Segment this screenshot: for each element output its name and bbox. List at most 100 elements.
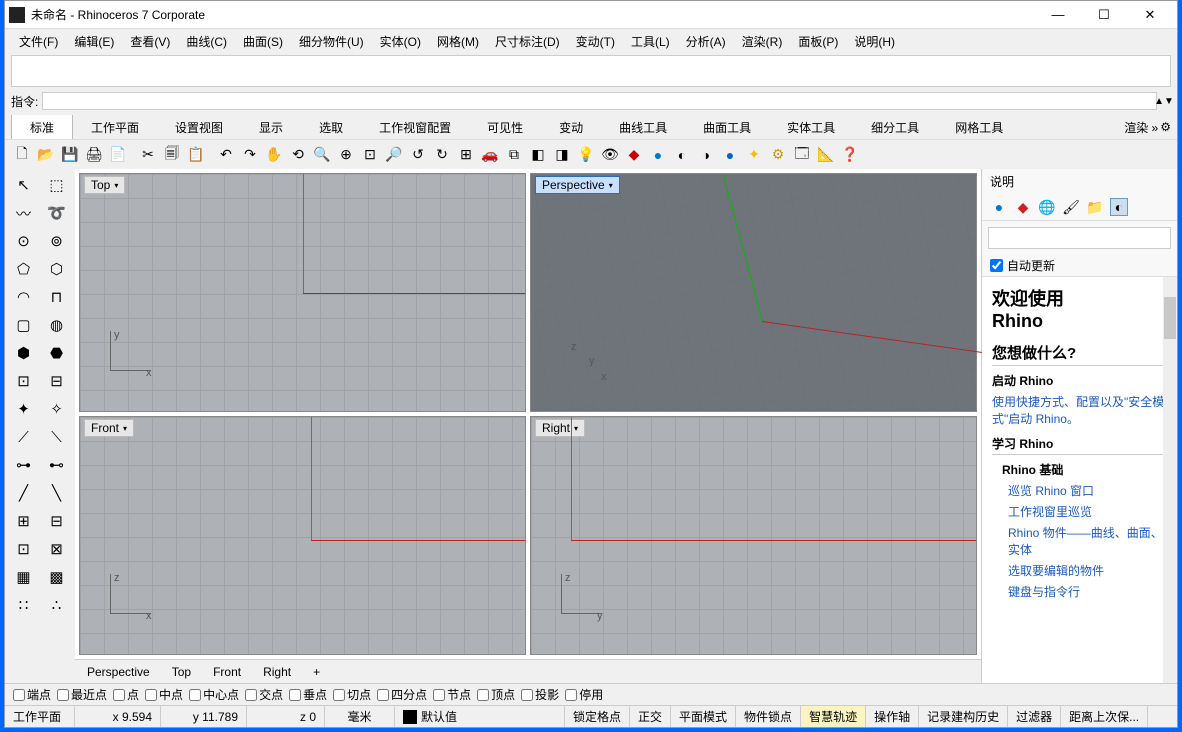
viewport-right[interactable]: Right▾ z y bbox=[530, 416, 977, 655]
minimize-button[interactable]: — bbox=[1035, 1, 1081, 29]
menu-item[interactable]: 说明(H) bbox=[846, 31, 903, 52]
command-history[interactable] bbox=[11, 55, 1171, 87]
menu-item[interactable]: 面板(P) bbox=[790, 31, 846, 52]
viewport-top[interactable]: Top▾ y x bbox=[79, 173, 526, 412]
tool-button[interactable]: 〰 bbox=[7, 199, 40, 227]
toolbar-tab[interactable]: 显示 bbox=[241, 115, 301, 139]
import-icon[interactable]: 📄 bbox=[107, 144, 129, 166]
tool-button[interactable]: ↖ bbox=[7, 171, 40, 199]
folder-icon[interactable]: 📁 bbox=[1086, 198, 1104, 216]
redo-view-icon[interactable]: ↻ bbox=[431, 144, 453, 166]
named-view-icon[interactable]: 🚗 bbox=[479, 144, 501, 166]
status-toggle[interactable]: 物件锁点 bbox=[736, 706, 801, 727]
paste-icon[interactable]: 📋 bbox=[185, 144, 207, 166]
help-link[interactable]: 巡览 Rhino 窗口 bbox=[992, 480, 1167, 501]
viewport-tab[interactable]: Front bbox=[209, 663, 245, 681]
tool-button[interactable]: ⊚ bbox=[40, 227, 73, 255]
osnap-item[interactable]: 顶点 bbox=[477, 686, 515, 703]
osnap-item[interactable]: 停用 bbox=[565, 686, 603, 703]
toolbar-tab[interactable]: 可见性 bbox=[469, 115, 541, 139]
menu-item[interactable]: 细分物件(U) bbox=[291, 31, 372, 52]
tool-button[interactable]: ⊞ bbox=[7, 507, 40, 535]
toolbar-tab[interactable]: 网格工具 bbox=[937, 115, 1021, 139]
toolbar-tab[interactable]: 曲线工具 bbox=[601, 115, 685, 139]
osnap-item[interactable]: 垂点 bbox=[289, 686, 327, 703]
status-toggle[interactable]: 正交 bbox=[630, 706, 671, 727]
sphere2-icon[interactable]: ◑ bbox=[695, 144, 717, 166]
redo-icon[interactable]: ↷ bbox=[239, 144, 261, 166]
pan-icon[interactable]: ✋ bbox=[263, 144, 285, 166]
tool-button[interactable]: ◍ bbox=[40, 311, 73, 339]
viewport-front[interactable]: Front▾ z x bbox=[79, 416, 526, 655]
circle-icon[interactable]: ● bbox=[990, 198, 1008, 216]
osnap-item[interactable]: 中点 bbox=[145, 686, 183, 703]
osnap-item[interactable]: 节点 bbox=[433, 686, 471, 703]
viewport-tab[interactable]: + bbox=[309, 663, 324, 681]
tool-button[interactable]: ╱ bbox=[7, 479, 40, 507]
new-file-icon[interactable]: 🗋 bbox=[11, 144, 33, 166]
open-file-icon[interactable]: 📂 bbox=[35, 144, 57, 166]
four-view-icon[interactable]: ⊞ bbox=[455, 144, 477, 166]
tool-button[interactable]: ▩ bbox=[40, 563, 73, 591]
zoom-window-icon[interactable]: 🔍 bbox=[311, 144, 333, 166]
tool-button[interactable]: ⊟ bbox=[40, 367, 73, 395]
status-toggle[interactable]: 操作轴 bbox=[866, 706, 919, 727]
tool-button[interactable]: ▢ bbox=[7, 311, 40, 339]
tool-button[interactable]: ⬣ bbox=[40, 339, 73, 367]
dropdown-icon[interactable]: ▾ bbox=[574, 424, 578, 433]
command-input[interactable] bbox=[42, 92, 1157, 110]
set-cplane-icon[interactable]: ⧉ bbox=[503, 144, 525, 166]
osnap-item[interactable]: 切点 bbox=[333, 686, 371, 703]
toolbar-tab-overflow[interactable]: 渲染 » bbox=[1124, 119, 1160, 136]
status-cplane[interactable]: 工作平面 bbox=[5, 706, 75, 727]
toolbar-tab[interactable]: 曲面工具 bbox=[685, 115, 769, 139]
tool-button[interactable]: ◠ bbox=[7, 283, 40, 311]
tool-button[interactable]: ⊟ bbox=[40, 507, 73, 535]
command-scroll-icon[interactable]: ▲▼ bbox=[1157, 94, 1171, 108]
help-link[interactable]: 工作视窗里巡览 bbox=[992, 501, 1167, 522]
viewport-right-label[interactable]: Right▾ bbox=[535, 419, 585, 437]
help-link[interactable]: 选取要编辑的物件 bbox=[992, 560, 1167, 581]
status-toggle[interactable]: 智慧轨迹 bbox=[801, 706, 866, 727]
tool-button[interactable]: ▦ bbox=[7, 563, 40, 591]
maximize-button[interactable]: ☐ bbox=[1081, 1, 1127, 29]
close-button[interactable]: ✕ bbox=[1127, 1, 1173, 29]
hide-icon[interactable]: 👁 bbox=[599, 144, 621, 166]
tool-button[interactable]: ⊓ bbox=[40, 283, 73, 311]
menu-item[interactable]: 曲面(S) bbox=[235, 31, 291, 52]
tool-button[interactable]: ⊷ bbox=[40, 451, 73, 479]
tool-button[interactable]: ∷ bbox=[7, 591, 40, 619]
start-rhino-desc[interactable]: 使用快捷方式、配置以及"安全模式"启动 Rhino。 bbox=[992, 391, 1167, 429]
tool-button[interactable]: ✦ bbox=[7, 395, 40, 423]
viewport-perspective[interactable]: Perspective▾ z y x bbox=[530, 173, 977, 412]
properties-icon[interactable]: 🗔 bbox=[791, 144, 813, 166]
auto-update-checkbox[interactable]: 自动更新 bbox=[982, 255, 1177, 276]
cplane-tool-icon[interactable]: ◧ bbox=[527, 144, 549, 166]
menu-item[interactable]: 工具(L) bbox=[623, 31, 678, 52]
zoom-selected-icon[interactable]: 🔎 bbox=[383, 144, 405, 166]
tool-button[interactable]: ⟋ bbox=[7, 423, 40, 451]
print-icon[interactable]: 🖨 bbox=[83, 144, 105, 166]
tool-button[interactable]: ⊶ bbox=[7, 451, 40, 479]
options-icon[interactable]: ⚙ bbox=[767, 144, 789, 166]
toolbar-tab[interactable]: 设置视图 bbox=[157, 115, 241, 139]
toolbar-tab[interactable]: 标准 bbox=[11, 115, 73, 139]
menu-item[interactable]: 编辑(E) bbox=[66, 31, 122, 52]
menu-item[interactable]: 分析(A) bbox=[678, 31, 734, 52]
shade-icon[interactable]: ◆ bbox=[1014, 198, 1032, 216]
undo-view-icon[interactable]: ↺ bbox=[407, 144, 429, 166]
cut-icon[interactable]: ✂ bbox=[137, 144, 159, 166]
tool-button[interactable]: ✧ bbox=[40, 395, 73, 423]
menu-item[interactable]: 尺寸标注(D) bbox=[487, 31, 568, 52]
tool-button[interactable]: ⊡ bbox=[7, 535, 40, 563]
undo-icon[interactable]: ↶ bbox=[215, 144, 237, 166]
osnap-item[interactable]: 端点 bbox=[13, 686, 51, 703]
tool-button[interactable]: ⬡ bbox=[40, 255, 73, 283]
help-selected-icon[interactable]: ◐ bbox=[1110, 198, 1128, 216]
toolbar-tab[interactable]: 选取 bbox=[301, 115, 361, 139]
menu-item[interactable]: 渲染(R) bbox=[734, 31, 791, 52]
shade-icon[interactable]: ◆ bbox=[623, 144, 645, 166]
viewport-tab[interactable]: Perspective bbox=[83, 663, 154, 681]
menu-item[interactable]: 文件(F) bbox=[11, 31, 66, 52]
tool-button[interactable]: ╲ bbox=[40, 479, 73, 507]
